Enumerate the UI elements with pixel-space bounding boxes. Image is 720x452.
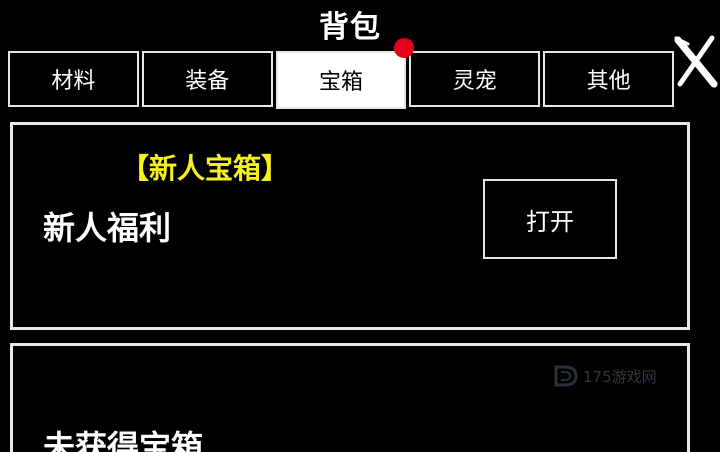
backpack-screen: 背包 材料 装备 宝箱 灵宠 其他 【新人宝箱】 新人福利 打开 175游戏网 … — [0, 0, 720, 452]
tab-equipment[interactable]: 装备 — [141, 51, 273, 107]
tab-materials[interactable]: 材料 — [8, 51, 139, 107]
watermark: 175游戏网 — [553, 363, 657, 389]
notification-dot-icon — [394, 38, 414, 58]
open-chest-button[interactable]: 打开 — [483, 179, 617, 259]
tab-pets[interactable]: 灵宠 — [409, 51, 541, 107]
close-icon — [674, 35, 718, 88]
tab-others[interactable]: 其他 — [543, 51, 674, 107]
chest-card-locked: 175游戏网 未获得宝箱 — [10, 343, 690, 452]
page-title: 背包 — [319, 10, 381, 45]
close-button[interactable] — [674, 34, 720, 90]
tab-bar: 材料 装备 宝箱 灵宠 其他 — [8, 51, 674, 111]
chest-name: 未获得宝箱 — [43, 428, 204, 452]
watermark-text: 175游戏网 — [583, 367, 657, 386]
tab-chests[interactable]: 宝箱 — [275, 51, 407, 109]
site-logo-icon — [554, 365, 578, 387]
chest-tag: 【新人宝箱】 — [121, 152, 290, 185]
chest-name: 新人福利 — [43, 209, 172, 247]
chest-card-newbie: 【新人宝箱】 新人福利 打开 — [10, 122, 690, 330]
